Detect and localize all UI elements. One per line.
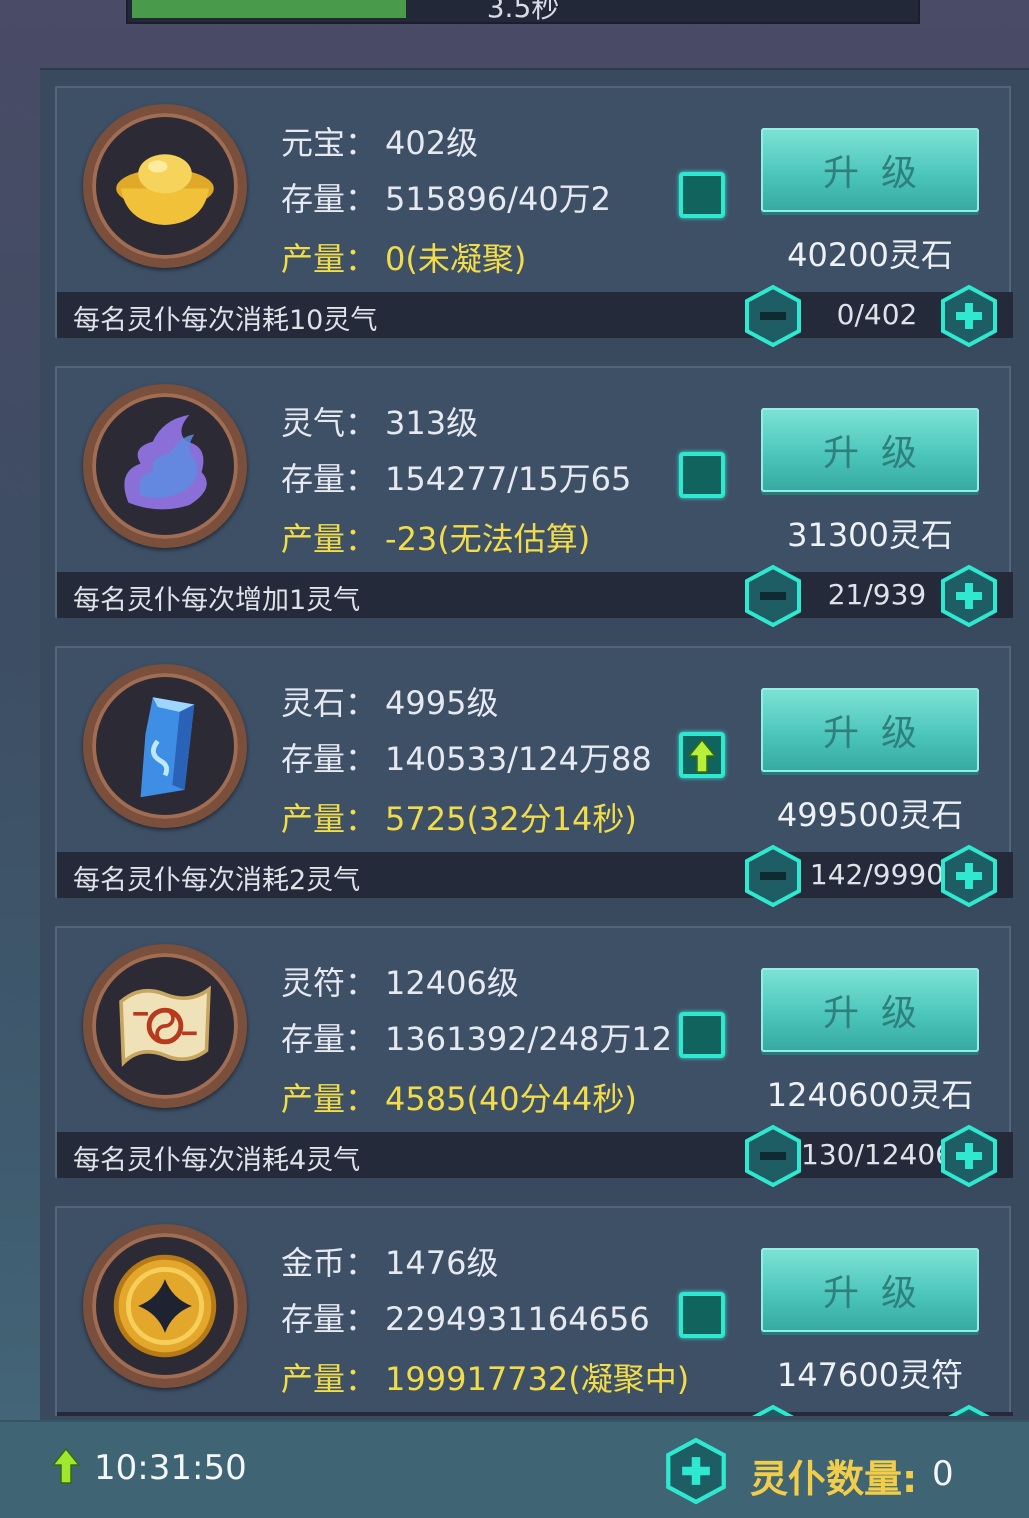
plus-icon xyxy=(941,284,997,348)
output-value: 0(未凝聚) xyxy=(385,240,527,278)
stock-label: 存量： xyxy=(281,1020,378,1058)
stock-label: 存量： xyxy=(281,1300,378,1338)
resource-level: 313级 xyxy=(385,404,479,442)
auto-checkbox[interactable] xyxy=(679,1292,725,1338)
resource-name-label: 元宝： xyxy=(281,124,378,162)
resource-level: 402级 xyxy=(385,124,479,162)
upgrade-button[interactable]: 升级 xyxy=(761,128,979,212)
minus-button[interactable] xyxy=(743,284,803,348)
minus-button[interactable] xyxy=(743,844,803,908)
minus-icon xyxy=(745,844,801,908)
top-timer-bar: 3.5秒 xyxy=(126,0,920,24)
auto-checkbox[interactable] xyxy=(679,1012,725,1058)
servant-count: 130/12406 xyxy=(801,1138,953,1171)
output-value: 5725(32分14秒) xyxy=(385,800,637,838)
auto-checkbox[interactable] xyxy=(679,172,725,218)
upgrade-cost: 147600灵符 xyxy=(776,1356,964,1394)
auto-checkbox[interactable] xyxy=(679,452,725,498)
servant-desc: 每名灵仆每次消耗4灵气 xyxy=(73,1145,361,1176)
stock-value: 1361392/248万12 xyxy=(385,1020,673,1058)
up-arrow-icon xyxy=(52,1448,80,1484)
output-value: 4585(40分44秒) xyxy=(385,1080,637,1118)
output-label: 产量： xyxy=(281,1360,378,1398)
output-value: 199917732(凝聚中) xyxy=(385,1360,690,1398)
servant-count: 142/9990 xyxy=(809,858,945,891)
upgrade-cost: 31300灵石 xyxy=(787,516,953,554)
resource-card-lingfu: 灵符： 12406级 存量： 1361392/248万12 产量： 4585(40分4… xyxy=(55,926,1013,1188)
resource-list[interactable]: 元宝： 402级 存量： 515896/40万2 产量： 0(未凝聚) 升级 4020… xyxy=(55,86,1015,1416)
servant-count: 0/402 xyxy=(836,298,918,331)
plus-button[interactable] xyxy=(939,284,999,348)
servant-desc: 每名灵仆每次消耗2灵气 xyxy=(73,865,361,896)
resource-card-jinbi: 金币： 1476级 存量： 2294931164656 产量： 199917732(凝… xyxy=(55,1206,1013,1416)
minus-icon xyxy=(745,1124,801,1188)
resource-level: 12406级 xyxy=(385,964,519,1002)
stock-value: 2294931164656 xyxy=(385,1300,650,1338)
upgrade-button[interactable]: 升级 xyxy=(761,688,979,772)
resource-name-label: 灵符： xyxy=(281,964,378,1002)
minus-button[interactable] xyxy=(743,1124,803,1188)
servant-desc: 每名灵仆每次消耗10灵气 xyxy=(73,305,378,336)
plus-button[interactable] xyxy=(939,1124,999,1188)
stock-label: 存量： xyxy=(281,740,378,778)
clock-time: 10:31:50 xyxy=(94,1448,247,1488)
plus-icon xyxy=(941,1124,997,1188)
servant-bar: 每名灵仆每次消耗10灵气 0/402 xyxy=(57,284,1013,348)
output-label: 产量： xyxy=(281,1080,378,1118)
stock-value: 140533/124万88 xyxy=(385,740,652,778)
upgrade-cost: 1240600灵石 xyxy=(766,1076,974,1114)
upgrade-button[interactable]: 升级 xyxy=(761,408,979,492)
add-servant-button[interactable] xyxy=(664,1436,728,1506)
upgrade-button[interactable]: 升级 xyxy=(761,968,979,1052)
servant-bar: 每名灵仆每次消耗2灵气 142/9990 xyxy=(57,844,1013,908)
resource-card-lingqi: 灵气： 313级 存量： 154277/15万65 产量： -23(无法估算) 升级 … xyxy=(55,366,1013,628)
plus-icon xyxy=(941,844,997,908)
plus-icon xyxy=(948,1404,990,1416)
talisman-scroll-icon xyxy=(83,944,247,1108)
up-arrow-icon xyxy=(687,738,717,773)
upgrade-available-toggle[interactable] xyxy=(679,732,725,778)
output-label: 产量： xyxy=(281,800,378,838)
servant-count-label: 灵仆数量: xyxy=(750,1457,918,1501)
stock-value: 154277/15万65 xyxy=(385,460,632,498)
resource-card-lingshi: 灵石： 4995级 存量： 140533/124万88 产量： 5725(32分14秒… xyxy=(55,646,1013,908)
output-value: -23(无法估算) xyxy=(385,520,591,558)
servant-total: 0 xyxy=(932,1454,954,1494)
plus-button[interactable] xyxy=(939,844,999,908)
resource-name-label: 金币： xyxy=(281,1244,378,1282)
plus-icon xyxy=(941,564,997,628)
resource-card-yuanbao: 元宝： 402级 存量： 515896/40万2 产量： 0(未凝聚) 升级 4020… xyxy=(55,86,1013,348)
top-timer-text: 3.5秒 xyxy=(486,0,560,24)
resource-name-label: 灵气： xyxy=(281,404,378,442)
servant-bar: 每名灵仆每次增加1灵气 21/939 xyxy=(57,564,1013,628)
plus-button[interactable] xyxy=(939,1404,999,1416)
spirit-stone-icon xyxy=(83,664,247,828)
minus-button[interactable] xyxy=(743,1404,803,1416)
minus-icon xyxy=(745,284,801,348)
servant-bar: 每名灵仆每次消耗4灵气 130/12406 xyxy=(57,1124,1013,1188)
minus-icon xyxy=(745,564,801,628)
output-label: 产量： xyxy=(281,520,378,558)
footer-bar: 10:31:50 灵仆数量: 0 xyxy=(0,1420,1029,1518)
minus-icon xyxy=(752,1404,794,1416)
spirit-flame-icon xyxy=(83,384,247,548)
upgrade-cost: 40200灵石 xyxy=(787,236,953,274)
upgrade-cost: 499500灵石 xyxy=(776,796,964,834)
minus-button[interactable] xyxy=(743,564,803,628)
gold-ingot-icon xyxy=(83,104,247,268)
servant-count: 21/939 xyxy=(827,578,927,611)
output-label: 产量： xyxy=(281,240,378,278)
stock-label: 存量： xyxy=(281,180,378,218)
upgrade-button[interactable]: 升级 xyxy=(761,1248,979,1332)
servant-desc: 每名灵仆每次增加1灵气 xyxy=(73,585,361,616)
resource-level: 4995级 xyxy=(385,684,499,722)
plus-button[interactable] xyxy=(939,564,999,628)
stock-label: 存量： xyxy=(281,460,378,498)
gold-coin-icon xyxy=(83,1224,247,1388)
servant-bar xyxy=(57,1404,1013,1416)
stock-value: 515896/40万2 xyxy=(385,180,612,218)
resource-level: 1476级 xyxy=(385,1244,499,1282)
resource-name-label: 灵石： xyxy=(281,684,378,722)
